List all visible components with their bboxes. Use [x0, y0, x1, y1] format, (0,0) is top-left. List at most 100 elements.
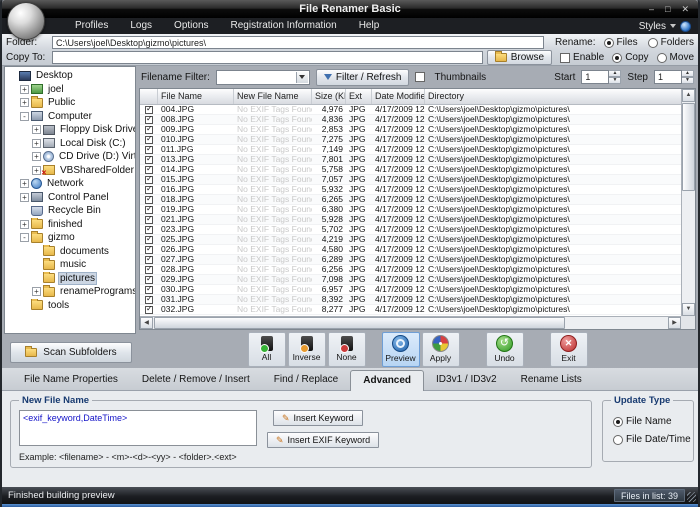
row-checkbox[interactable] — [145, 296, 153, 304]
expand-icon[interactable]: + — [20, 220, 29, 229]
tree-item-finished[interactable]: +finished — [5, 218, 135, 232]
tree-item-documents[interactable]: documents — [5, 245, 135, 259]
row-checkbox[interactable] — [145, 126, 153, 134]
table-row[interactable]: 011.JPGNo EXIF Tags Found7,149JPG4/17/20… — [140, 145, 681, 155]
expand-icon[interactable]: + — [20, 85, 29, 94]
tab-id3v1-id3v2[interactable]: ID3v1 / ID3v2 — [424, 370, 509, 390]
expand-icon[interactable]: + — [32, 125, 41, 134]
table-row[interactable]: 031.JPGNo EXIF Tags Found8,392JPG4/17/20… — [140, 295, 681, 305]
tree-item-gizmo[interactable]: -gizmo — [5, 231, 135, 245]
row-checkbox[interactable] — [145, 196, 153, 204]
expand-icon[interactable]: + — [32, 152, 41, 161]
table-row[interactable]: 004.JPGNo EXIF Tags Found4,976JPG4/17/20… — [140, 105, 681, 115]
file-name-radio[interactable] — [613, 417, 623, 427]
tab-file-name-properties[interactable]: File Name Properties — [12, 370, 130, 390]
column-header-date-modified[interactable]: Date Modified — [372, 89, 425, 104]
row-checkbox[interactable] — [145, 286, 153, 294]
tab-find-replace[interactable]: Find / Replace — [262, 370, 350, 390]
vertical-scrollbar[interactable] — [681, 89, 695, 316]
expand-icon[interactable]: + — [20, 193, 29, 202]
row-checkbox[interactable] — [145, 136, 153, 144]
menu-item-help[interactable]: Help — [348, 18, 391, 34]
insert-keyword-button[interactable]: Insert Keyword — [273, 410, 363, 426]
file-datetime-radio[interactable] — [613, 435, 623, 445]
row-checkbox[interactable] — [145, 236, 153, 244]
tree-item-tools[interactable]: tools — [5, 299, 135, 313]
tree-item-joel[interactable]: +joel — [5, 83, 135, 97]
scroll-down-icon[interactable] — [682, 303, 695, 316]
table-row[interactable]: 010.JPGNo EXIF Tags Found7,275JPG4/17/20… — [140, 135, 681, 145]
table-row[interactable]: 028.JPGNo EXIF Tags Found6,256JPG4/17/20… — [140, 265, 681, 275]
expand-icon[interactable]: + — [32, 139, 41, 148]
table-row[interactable]: 029.JPGNo EXIF Tags Found7,098JPG4/17/20… — [140, 275, 681, 285]
expand-icon[interactable]: + — [20, 98, 29, 107]
spin-down-icon[interactable] — [609, 77, 621, 84]
table-row[interactable]: 013.JPGNo EXIF Tags Found7,801JPG4/17/20… — [140, 155, 681, 165]
apply-button[interactable]: Apply — [422, 332, 460, 367]
new-file-name-input[interactable]: <exif_keyword,DateTime> — [19, 410, 257, 446]
exit-button[interactable]: Exit — [550, 332, 588, 367]
copy-radio[interactable] — [612, 53, 622, 63]
filter-refresh-button[interactable]: Filter / Refresh — [316, 69, 410, 86]
start-input[interactable] — [581, 70, 609, 84]
table-row[interactable]: 019.JPGNo EXIF Tags Found6,380JPG4/17/20… — [140, 205, 681, 215]
tab-advanced[interactable]: Advanced — [350, 370, 424, 391]
tree-item-public[interactable]: +Public — [5, 96, 135, 110]
preview-button[interactable]: Preview — [382, 332, 420, 367]
row-checkbox[interactable] — [145, 276, 153, 284]
horizontal-scroll-thumb[interactable] — [154, 317, 565, 329]
tree-item-cd-drive-d-virtualbox-guest[interactable]: +CD Drive (D:) VirtualBox Guest — [5, 150, 135, 164]
tree-item-renameprograms[interactable]: +renamePrograms — [5, 285, 135, 299]
table-row[interactable]: 023.JPGNo EXIF Tags Found5,702JPG4/17/20… — [140, 225, 681, 235]
row-checkbox[interactable] — [145, 256, 153, 264]
tree-item-computer[interactable]: -Computer — [5, 110, 135, 124]
resize-grip[interactable] — [687, 492, 696, 502]
title-bar[interactable]: File Renamer Basic – □ ✕ — [2, 0, 698, 18]
spin-down-icon[interactable] — [682, 77, 694, 84]
tree-item-local-disk-c[interactable]: +Local Disk (C:) — [5, 137, 135, 151]
minimize-button[interactable]: – — [649, 5, 654, 14]
styles-menu[interactable]: Styles — [639, 18, 691, 34]
row-checkbox[interactable] — [145, 116, 153, 124]
scroll-right-icon[interactable] — [668, 317, 681, 329]
row-checkbox[interactable] — [145, 206, 153, 214]
spin-up-icon[interactable] — [682, 70, 694, 77]
tree-item-control-panel[interactable]: +Control Panel — [5, 191, 135, 205]
column-header-file-name[interactable]: File Name — [158, 89, 234, 104]
table-row[interactable]: 026.JPGNo EXIF Tags Found4,580JPG4/17/20… — [140, 245, 681, 255]
vertical-scroll-thumb[interactable] — [682, 103, 695, 191]
browse-button[interactable]: Browse — [487, 50, 552, 65]
table-row[interactable]: 016.JPGNo EXIF Tags Found5,932JPG4/17/20… — [140, 185, 681, 195]
scroll-left-icon[interactable] — [140, 317, 153, 329]
move-radio[interactable] — [657, 53, 667, 63]
step-spinner[interactable] — [682, 70, 694, 84]
column-header-size-kb[interactable]: Size (KB) — [312, 89, 346, 104]
row-checkbox[interactable] — [145, 306, 153, 314]
row-checkbox[interactable] — [145, 106, 153, 114]
row-checkbox[interactable] — [145, 166, 153, 174]
menu-item-options[interactable]: Options — [163, 18, 219, 34]
table-row[interactable]: 032.JPGNo EXIF Tags Found8,277JPG4/17/20… — [140, 305, 681, 315]
column-header-ext[interactable]: Ext — [346, 89, 372, 104]
table-row[interactable]: 030.JPGNo EXIF Tags Found6,957JPG4/17/20… — [140, 285, 681, 295]
thumbnails-checkbox[interactable] — [415, 72, 425, 82]
rename-files-radio[interactable] — [604, 38, 614, 48]
tree-item-network[interactable]: +Network — [5, 177, 135, 191]
row-checkbox[interactable] — [145, 156, 153, 164]
row-checkbox[interactable] — [145, 246, 153, 254]
rename-folders-radio[interactable] — [648, 38, 658, 48]
spin-up-icon[interactable] — [609, 70, 621, 77]
collapse-icon[interactable]: - — [20, 233, 29, 242]
enable-checkbox[interactable] — [560, 53, 570, 63]
all-button[interactable]: All — [248, 332, 286, 367]
row-checkbox[interactable] — [145, 266, 153, 274]
copy-to-input[interactable] — [52, 51, 483, 64]
inverse-button[interactable]: Inverse — [288, 332, 326, 367]
row-checkbox[interactable] — [145, 186, 153, 194]
table-row[interactable]: 021.JPGNo EXIF Tags Found5,928JPG4/17/20… — [140, 215, 681, 225]
start-spinner[interactable] — [609, 70, 621, 84]
column-header-directory[interactable]: Directory — [425, 89, 681, 104]
tree-item-vbsharedfolder-vboxsvr-2[interactable]: +VBSharedFolder (\\vboxsvr) (2 — [5, 164, 135, 178]
scroll-up-icon[interactable] — [682, 89, 695, 102]
row-checkbox[interactable] — [145, 226, 153, 234]
